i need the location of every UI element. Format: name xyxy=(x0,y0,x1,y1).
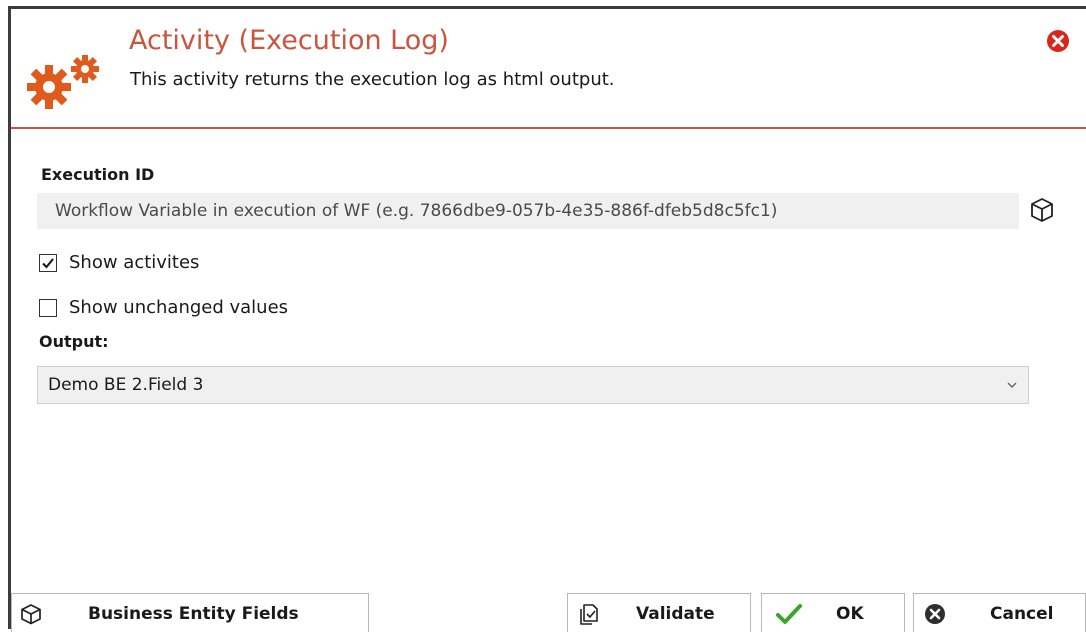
cube-icon[interactable] xyxy=(1029,197,1055,223)
dialog-header: Activity (Execution Log) This activity r… xyxy=(11,9,1086,129)
output-selected-value: Demo BE 2.Field 3 xyxy=(48,375,204,395)
checkmark-icon xyxy=(776,604,802,624)
cancel-circle-icon xyxy=(925,604,945,624)
business-entity-fields-button[interactable]: Business Entity Fields xyxy=(11,593,369,632)
chevron-down-icon xyxy=(1007,382,1017,388)
checkmark-icon xyxy=(42,257,54,268)
cancel-label: Cancel xyxy=(990,604,1054,624)
show-activities-label: Show activites xyxy=(69,252,200,273)
dialog-title: Activity (Execution Log) xyxy=(129,25,449,56)
business-entity-fields-label: Business Entity Fields xyxy=(88,604,299,624)
show-unchanged-checkbox[interactable]: Show unchanged values xyxy=(39,297,288,318)
checkbox-unchecked[interactable] xyxy=(39,298,57,317)
cube-icon xyxy=(21,604,41,625)
show-unchanged-label: Show unchanged values xyxy=(69,297,289,318)
validate-button[interactable]: Validate xyxy=(567,593,751,632)
gears-icon xyxy=(27,55,99,109)
execution-id-input[interactable] xyxy=(37,193,1019,229)
validate-document-icon xyxy=(580,604,598,625)
dialog-window: Activity (Execution Log) This activity r… xyxy=(8,6,1086,632)
close-circle-icon[interactable] xyxy=(1046,29,1070,53)
execution-id-label: Execution ID xyxy=(41,165,155,184)
checkbox-checked[interactable] xyxy=(39,253,57,272)
dialog-subtitle: This activity returns the execution log … xyxy=(130,69,615,90)
cancel-button[interactable]: Cancel xyxy=(913,593,1086,632)
ok-label: OK xyxy=(836,604,864,624)
output-select[interactable]: Demo BE 2.Field 3 xyxy=(37,366,1029,404)
show-activities-checkbox[interactable]: Show activites xyxy=(39,252,199,273)
output-label: Output: xyxy=(39,332,109,351)
validate-label: Validate xyxy=(636,604,715,624)
ok-button[interactable]: OK xyxy=(761,593,905,632)
